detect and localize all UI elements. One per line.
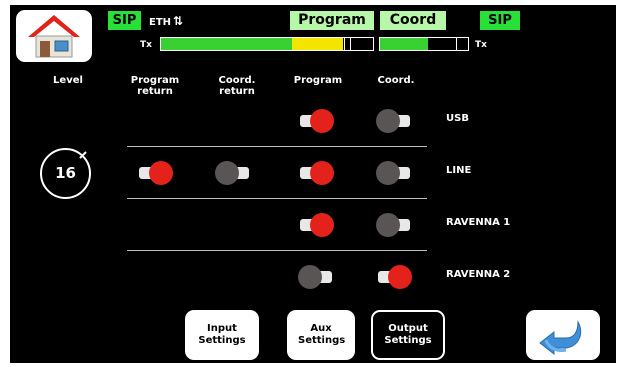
row-label-usb: USB — [446, 113, 469, 124]
program-badge: Program — [290, 11, 374, 30]
aux-settings-button[interactable]: Aux Settings — [287, 310, 355, 360]
tx-left-label: Tx — [140, 40, 152, 50]
coord-level-meter — [379, 37, 469, 51]
row-label-line: LINE — [446, 165, 472, 176]
output-settings-label: Output Settings — [384, 323, 432, 346]
meter-tick — [350, 38, 351, 50]
header-coord-return: Coord. return — [218, 75, 256, 97]
eth-label: ETH — [149, 17, 172, 28]
row-label-ravenna-1: RAVENNA 1 — [446, 217, 511, 228]
line-coord-return-toggle[interactable] — [215, 160, 251, 186]
row-label-ravenna-2: RAVENNA 2 — [446, 269, 511, 280]
up-down-arrows-icon: ⇅ — [173, 14, 184, 28]
input-settings-button[interactable]: Input Settings — [185, 310, 259, 360]
input-settings-label: Input Settings — [198, 323, 246, 346]
row-divider — [127, 250, 427, 251]
usb-coord-toggle[interactable] — [376, 108, 412, 134]
tx-right-label: Tx — [475, 40, 487, 50]
usb-program-toggle[interactable] — [298, 108, 334, 134]
program-meter-green — [161, 38, 292, 50]
coord-badge: Coord — [380, 11, 446, 30]
program-level-meter — [160, 37, 374, 51]
level-value: 16 — [55, 164, 76, 182]
row-divider — [127, 198, 427, 199]
header-program-return: Program return — [130, 75, 180, 97]
sip-right-badge: SIP — [480, 11, 520, 30]
meter-tick — [456, 38, 457, 50]
header-level: Level — [53, 75, 83, 86]
back-arrow-icon — [539, 320, 582, 356]
back-button[interactable] — [526, 310, 600, 360]
header-coord: Coord. — [377, 75, 415, 86]
ravenna2-coord-toggle[interactable] — [376, 264, 412, 290]
screen: SIP ETH ⇅ Program Coord SIP Tx Tx Level … — [10, 5, 616, 363]
coord-meter-green — [380, 38, 428, 50]
meter-tick — [344, 38, 345, 50]
home-button[interactable] — [16, 10, 92, 62]
sip-left-badge: SIP — [108, 11, 141, 30]
header-program: Program — [293, 75, 343, 86]
line-coord-toggle[interactable] — [376, 160, 412, 186]
ravenna2-program-toggle[interactable] — [298, 264, 334, 290]
output-settings-button[interactable]: Output Settings — [371, 310, 445, 360]
aux-settings-label: Aux Settings — [298, 323, 346, 346]
home-icon — [28, 15, 80, 58]
ravenna1-program-toggle[interactable] — [298, 212, 334, 238]
line-program-return-toggle[interactable] — [137, 160, 173, 186]
program-meter-yellow — [292, 38, 343, 50]
line-program-toggle[interactable] — [298, 160, 334, 186]
row-divider — [127, 146, 427, 147]
ravenna1-coord-toggle[interactable] — [376, 212, 412, 238]
